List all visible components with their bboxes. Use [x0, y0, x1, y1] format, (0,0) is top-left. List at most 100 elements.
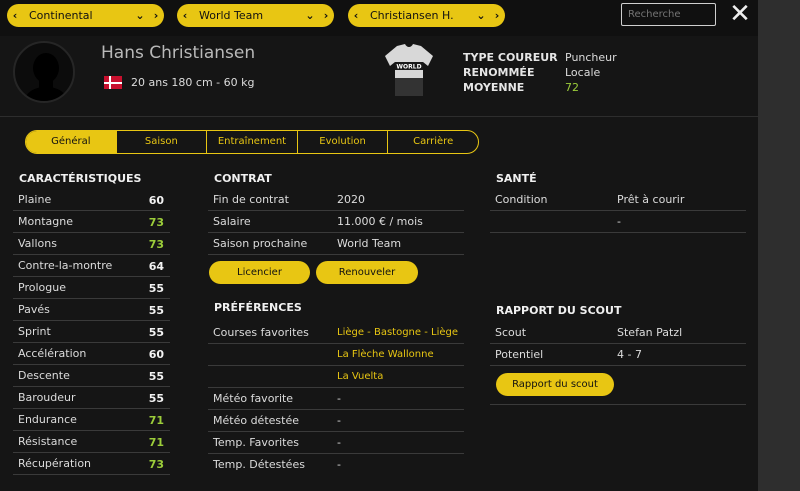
preference-label: Courses favorites [213, 326, 309, 339]
stat-value: 64 [148, 260, 164, 273]
rider-selector-label: Christiansen H. [370, 9, 454, 22]
preference-value: - [337, 392, 341, 405]
stat-label: Pavés [18, 303, 50, 316]
rider-profile-window: ‹ Continental ⌄ › ‹ World Team ⌄ › ‹ Chr… [0, 0, 758, 491]
tab-training[interactable]: Entraînement [207, 131, 298, 153]
scout-title: RAPPORT DU SCOUT [496, 304, 622, 317]
contract-label: Fin de contrat [213, 193, 289, 206]
preference-row: Temp. Détestées - [208, 454, 464, 476]
attr-type-value: Puncheur [565, 51, 617, 64]
chevron-down-icon[interactable]: ⌄ [473, 9, 489, 22]
scout-row: Scout Stefan Patzl [490, 322, 746, 344]
stat-row: Accélération 60 [13, 343, 170, 365]
attr-average-value: 72 [565, 81, 579, 94]
tab-career[interactable]: Carrière [388, 131, 478, 153]
team-selector[interactable]: ‹ World Team ⌄ › [177, 4, 334, 27]
preference-row: Météo favorite - [208, 388, 464, 410]
preference-value: - [337, 436, 341, 449]
stat-label: Descente [18, 369, 70, 382]
league-selector-label: Continental [29, 9, 93, 22]
tab-bar: Général Saison Entraînement Evolution Ca… [25, 130, 479, 154]
stat-value: 60 [148, 348, 164, 361]
stat-row: Prologue 55 [13, 277, 170, 299]
contract-label: Salaire [213, 215, 251, 228]
fire-button[interactable]: Licencier [209, 261, 310, 284]
side-gutter [758, 0, 800, 491]
chevron-right-icon[interactable]: › [489, 9, 505, 22]
preferences-title: PRÉFÉRENCES [214, 301, 302, 314]
stat-row: Récupération 73 [13, 453, 170, 475]
chevron-left-icon[interactable]: ‹ [177, 9, 193, 22]
stat-value: 73 [148, 216, 164, 229]
stat-row: Montagne 73 [13, 211, 170, 233]
stat-value: 55 [148, 392, 164, 405]
close-icon[interactable]: ✕ [726, 1, 754, 29]
favorite-race: Liège - Bastogne - Liège [337, 327, 459, 338]
stat-label: Baroudeur [18, 391, 76, 404]
chevron-down-icon[interactable]: ⌄ [302, 9, 318, 22]
scout-label: Scout [495, 326, 527, 339]
attr-fame-value: Locale [565, 66, 601, 79]
characteristics-title: CARACTÉRISTIQUES [19, 172, 142, 185]
contract-value: World Team [337, 237, 402, 250]
stat-row: Sprint 55 [13, 321, 170, 343]
stat-value: 60 [148, 194, 164, 207]
team-selector-label: World Team [199, 9, 264, 22]
scout-divider [490, 383, 746, 405]
renew-button[interactable]: Renouveler [316, 261, 418, 284]
stat-row: Descente 55 [13, 365, 170, 387]
rider-info: 20 ans 180 cm - 60 kg [131, 76, 255, 89]
top-bar: ‹ Continental ⌄ › ‹ World Team ⌄ › ‹ Chr… [0, 0, 758, 36]
contract-row: Fin de contrat 2020 [208, 189, 464, 211]
stat-label: Accélération [18, 347, 87, 360]
tab-season[interactable]: Saison [117, 131, 208, 153]
stat-value: 55 [148, 304, 164, 317]
stat-row: Baroudeur 55 [13, 387, 170, 409]
scout-value: Stefan Patzl [617, 326, 683, 339]
scout-value: 4 - 7 [617, 348, 642, 361]
scout-label: Potentiel [495, 348, 544, 361]
preference-value: - [337, 458, 341, 471]
attr-type-label: TYPE COUREUR [463, 51, 558, 64]
denmark-flag-icon [104, 76, 122, 89]
favorite-race: La Vuelta [337, 371, 384, 382]
preference-row: La Vuelta [208, 366, 464, 388]
chevron-down-icon[interactable]: ⌄ [132, 9, 148, 22]
stat-value: 71 [148, 436, 164, 449]
health-row: - [490, 211, 746, 233]
rider-silhouette-icon [23, 53, 69, 101]
tab-evolution[interactable]: Evolution [298, 131, 389, 153]
health-label: Condition [495, 193, 548, 206]
chevron-right-icon[interactable]: › [148, 9, 164, 22]
preference-label: Temp. Détestées [213, 458, 305, 471]
contract-value: 2020 [337, 193, 365, 206]
chevron-left-icon[interactable]: ‹ [348, 9, 364, 22]
stat-row: Contre-la-montre 64 [13, 255, 170, 277]
preference-value: - [337, 414, 341, 427]
stat-row: Pavés 55 [13, 299, 170, 321]
favorite-race: La Flèche Wallonne [337, 349, 434, 360]
contract-label: Saison prochaine [213, 237, 308, 250]
stat-label: Montagne [18, 215, 73, 228]
rider-selector[interactable]: ‹ Christiansen H. ⌄ › [348, 4, 505, 27]
chevron-left-icon[interactable]: ‹ [7, 9, 23, 22]
stat-label: Sprint [18, 325, 51, 338]
search-input[interactable] [621, 3, 716, 26]
stat-value: 55 [148, 282, 164, 295]
league-selector[interactable]: ‹ Continental ⌄ › [7, 4, 164, 27]
stat-value: 73 [148, 238, 164, 251]
header-divider [0, 116, 758, 117]
preference-row: Courses favorites Liège - Bastogne - Liè… [208, 322, 464, 344]
contract-value: 11.000 € / mois [337, 215, 423, 228]
preference-label: Météo favorite [213, 392, 294, 405]
attr-average-label: MOYENNE [463, 81, 525, 94]
stat-row: Vallons 73 [13, 233, 170, 255]
avatar [13, 41, 75, 103]
jersey-text: WORLD [396, 64, 421, 71]
scout-row: Potentiel 4 - 7 [490, 344, 746, 366]
rider-header: Hans Christiansen 20 ans 180 cm - 60 kg … [0, 36, 758, 116]
tab-general[interactable]: Général [26, 131, 117, 153]
chevron-right-icon[interactable]: › [318, 9, 334, 22]
stat-label: Récupération [18, 457, 92, 470]
stat-value: 55 [148, 370, 164, 383]
